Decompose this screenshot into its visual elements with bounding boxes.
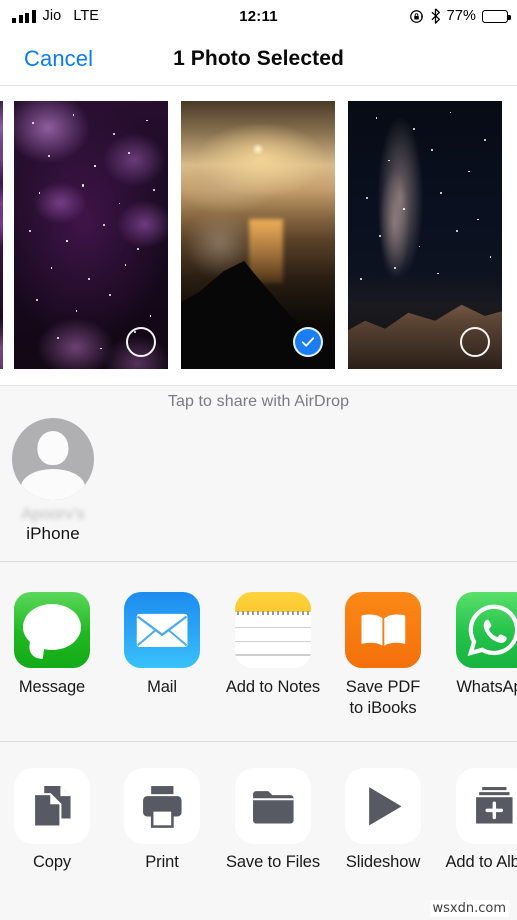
message-bubble-icon — [14, 592, 90, 668]
copy-pages-icon — [14, 768, 90, 844]
person-avatar-icon — [12, 418, 94, 500]
rotation-lock-icon — [409, 9, 423, 23]
action-label: Add to Album — [445, 853, 517, 871]
checkmark-icon — [301, 337, 315, 347]
photo-thumbnail-1[interactable] — [14, 101, 168, 369]
printer-icon — [124, 768, 200, 844]
status-bar-right: 77% — [409, 0, 511, 32]
share-app-mail[interactable]: Mail — [115, 592, 209, 698]
photo-strip[interactable] — [0, 87, 517, 385]
airdrop-section: Tap to share with AirDrop Apoorv's iPhon… — [0, 385, 517, 562]
play-triangle-icon — [345, 768, 421, 844]
airdrop-contact-device: iPhone — [26, 524, 80, 543]
share-app-label: WhatsApp — [456, 678, 517, 696]
share-app-label: Message — [18, 678, 86, 696]
share-sheet-screen: Jio LTE 12:11 77% Cancel 1 Photo Selecte… — [0, 0, 517, 920]
action-label: Slideshow — [345, 853, 421, 871]
action-save-to-files[interactable]: Save to Files — [226, 768, 320, 872]
photo-thumbnail-3[interactable] — [348, 101, 502, 369]
action-label: Print — [145, 853, 179, 871]
photo-select-circle-2-checked[interactable] — [293, 327, 323, 357]
add-to-album-icon — [456, 768, 517, 844]
airdrop-contact-name: Apoorv's — [21, 506, 85, 523]
airdrop-contact[interactable]: Apoorv's iPhone — [12, 418, 94, 544]
share-app-whatsapp[interactable]: WhatsApp — [447, 592, 517, 698]
share-app-message[interactable]: Message — [5, 592, 99, 698]
action-print[interactable]: Print — [115, 768, 209, 872]
notes-icon — [235, 592, 311, 668]
action-copy[interactable]: Copy — [5, 768, 99, 872]
photo-select-circle-1[interactable] — [126, 327, 156, 357]
photo-select-circle-3[interactable] — [460, 327, 490, 357]
action-slideshow[interactable]: Slideshow — [336, 768, 430, 872]
share-app-label-line2: to iBooks — [349, 699, 417, 717]
folder-icon — [235, 768, 311, 844]
share-app-label: Mail — [147, 678, 177, 696]
photo-thumbnail-partial[interactable] — [0, 101, 3, 369]
battery-icon — [482, 9, 511, 23]
action-add-to-album[interactable]: Add to Album — [446, 768, 517, 872]
share-app-label: Add to Notes — [225, 678, 321, 696]
share-app-save-pdf-to-ibooks[interactable]: Save PDF to iBooks — [336, 592, 430, 719]
bluetooth-icon — [431, 8, 440, 24]
watermark-label: wsxdn.com — [429, 900, 509, 917]
photo-thumbnail-2[interactable] — [181, 101, 335, 369]
airdrop-hint-label: Tap to share with AirDrop — [167, 393, 350, 410]
share-apps-row[interactable]: Message Mail Add to Notes Save PDF to iB… — [0, 562, 517, 742]
share-app-add-to-notes[interactable]: Add to Notes — [226, 592, 320, 698]
share-actions-row[interactable]: Copy Print Save to Files Slideshow Add t… — [0, 742, 517, 920]
whatsapp-icon — [456, 592, 517, 668]
nav-bar: Cancel 1 Photo Selected — [0, 32, 517, 86]
share-app-label-line1: Save PDF — [345, 678, 421, 696]
battery-percent-label: 77% — [446, 8, 476, 24]
action-label: Copy — [32, 853, 72, 871]
page-title: 1 Photo Selected — [173, 47, 344, 70]
status-bar: Jio LTE 12:11 77% — [0, 0, 517, 32]
mail-envelope-icon — [124, 592, 200, 668]
ibooks-book-icon — [345, 592, 421, 668]
action-label: Save to Files — [225, 853, 321, 871]
